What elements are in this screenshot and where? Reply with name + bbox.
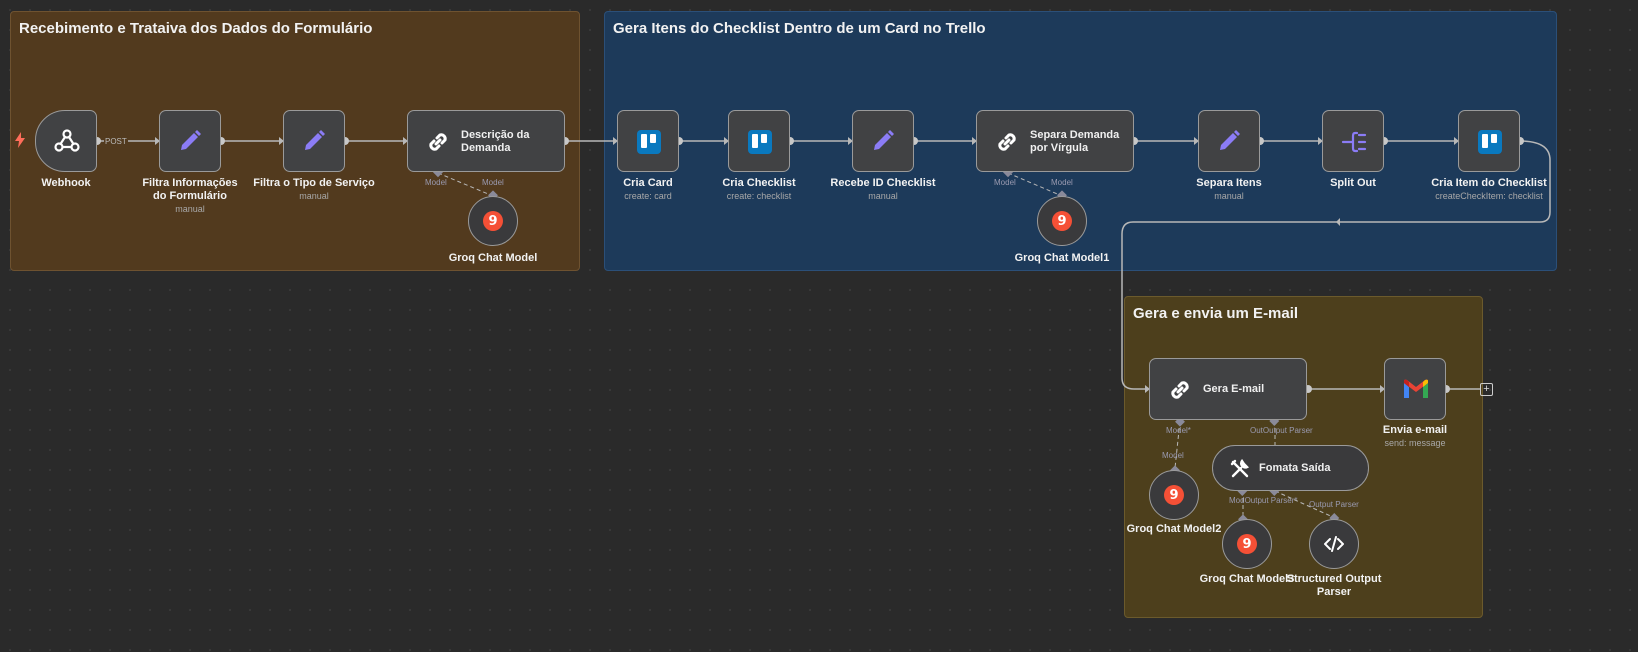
node-label: Groq Chat Model1 [1014,252,1110,264]
pencil-icon [1215,127,1243,155]
node-cria-item-checklist[interactable] [1458,110,1520,172]
node-groq-chat-model1[interactable]: 9 [1037,196,1087,246]
split-icon [1340,129,1368,155]
node-recebe-id-checklist[interactable] [852,110,914,172]
node-filtra-tipo-servico[interactable] [283,110,345,172]
trello-icon [636,129,662,155]
node-cria-card[interactable] [617,110,679,172]
edge-label-post: POST [104,137,128,146]
node-separa-itens[interactable] [1198,110,1260,172]
trello-icon [1477,129,1503,155]
node-filtra-informacoes[interactable] [159,110,221,172]
node-subtitle: manual [299,191,329,201]
groq-icon: 9 [1164,485,1184,505]
node-gera-email[interactable]: Gera E-mail [1149,358,1307,420]
node-cria-checklist[interactable] [728,110,790,172]
node-groq-chat-model3[interactable]: 9 [1222,519,1272,569]
connections-layer [93,137,1551,525]
webhook-icon [54,127,80,155]
groq-icon: 9 [483,211,503,231]
node-label: Descrição da Demanda [461,129,530,154]
node-label: Cria Item do Checklist [1431,177,1547,189]
chain-link-icon [424,128,452,156]
port-label-model: ModOutput Parser* [1229,496,1298,505]
node-structured-output-parser[interactable] [1309,519,1359,569]
node-label: Separa Demanda por Vírgula [1030,129,1120,154]
chain-link-icon [1166,376,1194,404]
pencil-icon [300,127,328,155]
tools-icon [1229,458,1251,480]
add-node-button[interactable]: + [1480,383,1493,396]
port-label-model: Model [994,178,1016,187]
code-icon [1324,536,1344,552]
chain-link-icon [993,128,1021,156]
pencil-icon [176,127,204,155]
port-label-model: Model [482,178,504,187]
node-fomata-saida[interactable]: Fomata Saída [1212,445,1369,491]
port-label-model: Model [425,178,447,187]
groq-icon: 9 [1052,211,1072,231]
port-label-model: Model [1162,451,1184,460]
port-label-output-parser: Output Parser [1309,500,1359,509]
node-label: Fomata Saída [1259,462,1331,474]
port-label-model: Model [1051,178,1073,187]
node-webhook[interactable] [35,110,97,172]
trello-icon [747,129,773,155]
node-label: Structured Output Parser [1286,573,1382,598]
groq-icon: 9 [1237,534,1257,554]
node-label: Webhook [41,177,91,189]
node-subtitle: createCheckItem: checklist [1435,191,1543,201]
node-groq-chat-model[interactable]: 9 [468,196,518,246]
node-subtitle: send: message [1384,438,1446,448]
node-subtitle: manual [1214,191,1244,201]
port-label-output-parser: OutOutput Parser [1250,426,1313,435]
node-descricao-demanda[interactable]: Descrição da Demanda [407,110,565,172]
pencil-icon [869,127,897,155]
node-label: Split Out [1330,177,1376,189]
node-split-out[interactable] [1322,110,1384,172]
port-label-model: Model* [1166,426,1191,435]
node-label: Groq Chat Model [448,252,538,264]
gmail-icon [1402,378,1430,400]
node-label: Gera E-mail [1203,383,1265,395]
node-label: Filtra o Tipo de Serviço [253,177,375,189]
node-label: Envia e-mail [1382,424,1448,436]
trigger-bolt-icon [14,132,26,153]
node-envia-email[interactable] [1384,358,1446,420]
node-subtitle: manual [868,191,898,201]
node-separa-demanda[interactable]: Separa Demanda por Vírgula [976,110,1134,172]
node-subtitle: manual [175,204,205,214]
node-label: Filtra Informações do Formulário [142,177,238,202]
node-label: Recebe ID Checklist [830,177,936,189]
node-groq-chat-model2[interactable]: 9 [1149,470,1199,520]
